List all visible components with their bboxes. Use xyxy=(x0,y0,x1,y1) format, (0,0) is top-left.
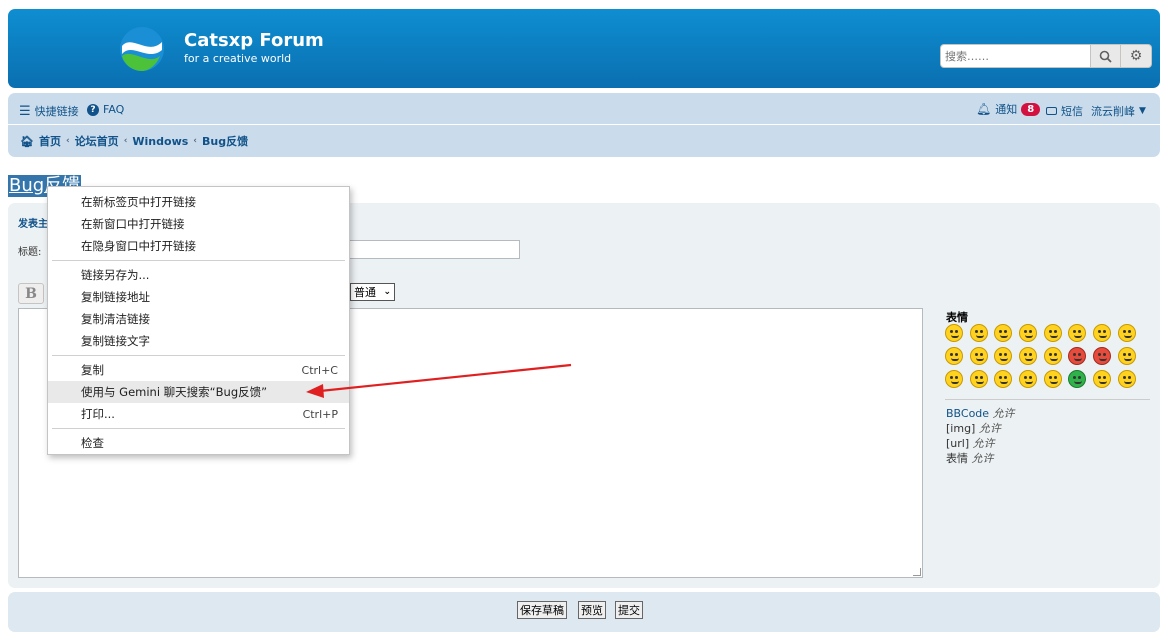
annotation-arrow xyxy=(306,363,572,398)
